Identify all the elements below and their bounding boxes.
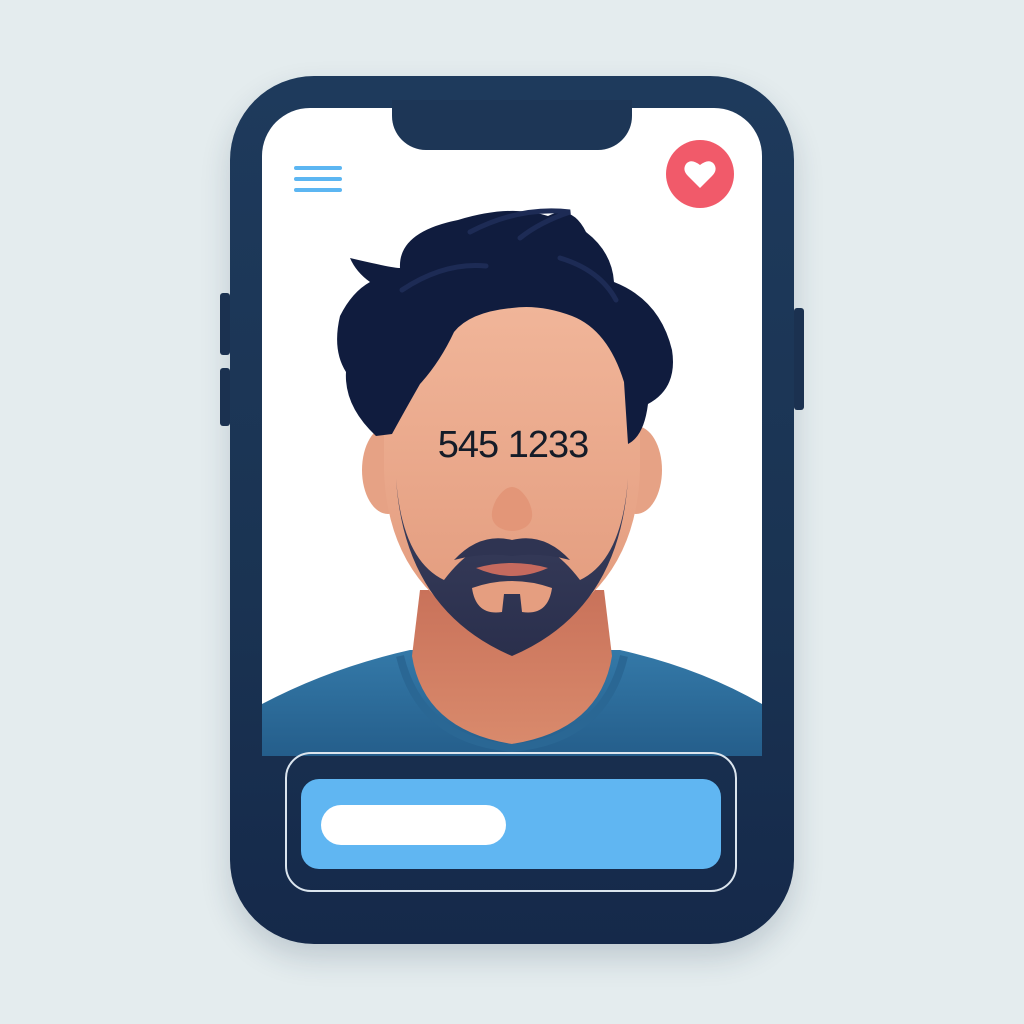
like-button[interactable] xyxy=(666,140,734,208)
hamburger-menu-icon[interactable] xyxy=(292,162,344,196)
heart-icon xyxy=(684,161,716,188)
progress-bar xyxy=(301,779,721,869)
volume-up-button xyxy=(220,293,230,355)
power-button xyxy=(794,308,804,410)
phone-notch xyxy=(392,100,632,150)
progress-fill xyxy=(321,805,506,845)
profile-number-label: 545 1233 xyxy=(437,424,590,466)
volume-down-button xyxy=(220,368,230,426)
